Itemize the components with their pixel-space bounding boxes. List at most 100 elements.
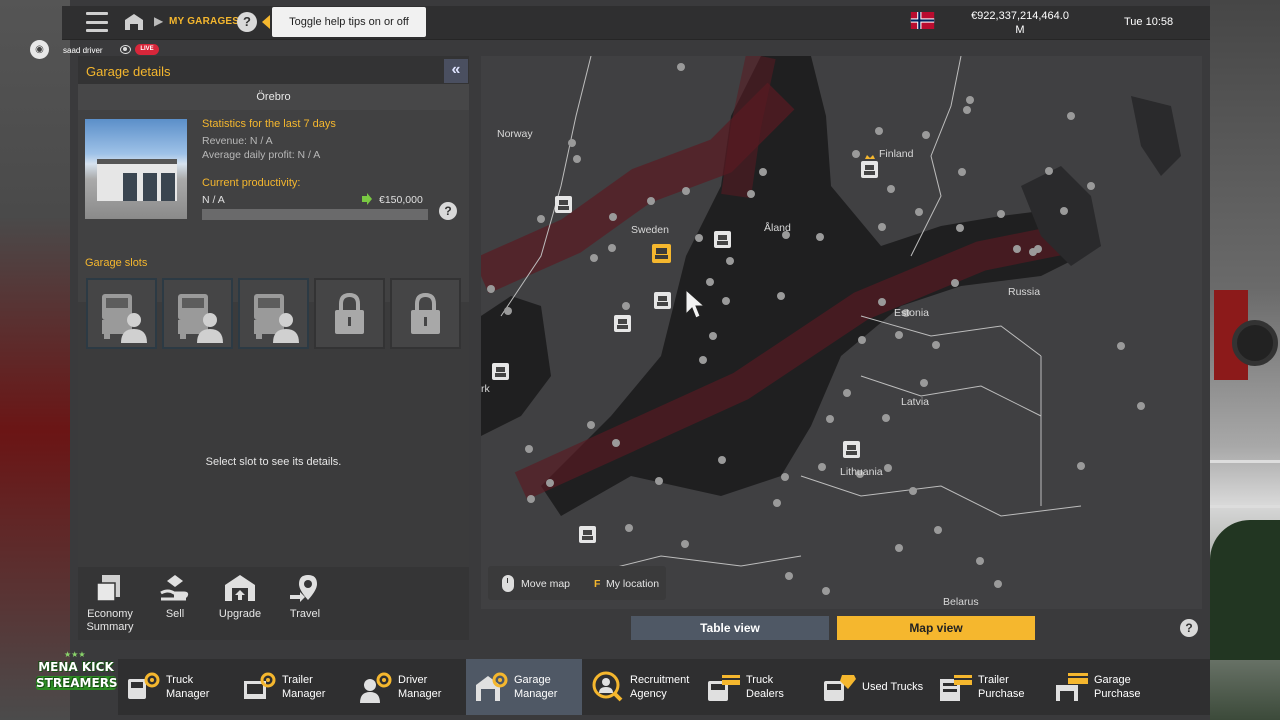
lock-icon — [335, 292, 364, 334]
background-left — [0, 0, 70, 720]
background-right — [1210, 0, 1280, 720]
garage-slots-title: Garage slots — [85, 257, 148, 269]
garage-actions-bar: Economy Summary Sell Upgrade Travel — [78, 567, 469, 640]
mouse-icon — [502, 575, 514, 592]
help-toggle-button[interactable]: ? — [237, 12, 257, 32]
eye-icon — [120, 45, 131, 54]
nav-label: Garage Manager — [514, 674, 558, 700]
green-arrow-icon — [362, 193, 372, 205]
garage-manager-icon — [476, 672, 508, 701]
truck-driver-icon — [178, 294, 223, 343]
nav-label: Used Trucks — [862, 681, 924, 693]
garage-marker-icon[interactable] — [654, 292, 671, 309]
stats-title: Statistics for the last 7 days — [202, 118, 336, 130]
panel-title: Garage details — [86, 64, 171, 79]
map-label-lithuania: Lithuania — [840, 466, 883, 478]
slot-details-message: Select slot to see its details. — [205, 456, 342, 468]
my-location-hint[interactable]: My location — [606, 578, 659, 590]
home-icon[interactable] — [124, 13, 144, 31]
garage-map[interactable]: Norway Sweden Åland Finland Russia Eston… — [481, 56, 1202, 609]
nav-trailer-manager[interactable]: Trailer Manager — [234, 659, 350, 715]
map-controls-hint: Move map F My location — [488, 566, 666, 600]
nav-label: Truck Manager — [166, 674, 210, 700]
map-label-denmark: rk — [481, 383, 490, 395]
streamer-logo: ★★★ MENA KICK STREAMERS — [36, 650, 118, 708]
bottom-navigation: Truck Manager Trailer Manager Driver Man… — [118, 659, 1210, 715]
truck-driver-icon — [254, 294, 299, 343]
my-location-key: F — [594, 578, 601, 590]
map-view-button[interactable]: Map view — [837, 616, 1035, 640]
productivity-bar — [202, 209, 428, 220]
garage-city: Örebro — [78, 84, 469, 110]
bg-lane-line — [1210, 460, 1280, 463]
account-balance: €922,337,214,464.0 M — [950, 9, 1090, 37]
sell-garage-button[interactable]: Sell — [145, 573, 205, 621]
nav-truck-manager[interactable]: Truck Manager — [118, 659, 234, 715]
nav-trailer-purchase[interactable]: Trailer Purchase — [930, 659, 1046, 715]
balance-amount: €922,337,214,464.0 — [971, 10, 1069, 22]
travel-label: Travel — [289, 608, 321, 620]
garage-info-box — [78, 110, 469, 302]
sell-label: Sell — [165, 608, 185, 620]
map-help-button[interactable]: ? — [1180, 619, 1198, 637]
garage-marker-icon[interactable] — [492, 363, 509, 380]
garage-slot-1[interactable] — [86, 278, 157, 349]
truck-driver-icon — [102, 294, 147, 343]
upgrade-cost: €150,000 — [379, 194, 423, 206]
travel-icon — [290, 575, 317, 602]
travel-button[interactable]: Travel — [275, 573, 335, 621]
garage-marker-icon[interactable] — [555, 196, 572, 213]
norway-flag-icon — [910, 12, 935, 29]
nav-label: Trailer Purchase — [978, 674, 1025, 700]
collapse-panel-button[interactable]: « — [444, 59, 468, 83]
garage-marker-icon[interactable] — [614, 315, 631, 332]
panel-header: Garage details « — [78, 56, 469, 84]
garage-marker-icon[interactable] — [579, 526, 596, 543]
map-label-estonia: Estonia — [894, 307, 930, 319]
garage-marker-icon[interactable] — [861, 155, 878, 178]
nav-garage-purchase[interactable]: Garage Purchase — [1046, 659, 1162, 715]
selected-garage-marker-icon[interactable] — [652, 244, 671, 263]
nav-label: Recruitment Agency — [630, 674, 690, 700]
nav-label: Driver Manager — [398, 674, 442, 700]
recruitment-icon — [592, 671, 623, 702]
logo-line-1: MENA KICK — [38, 660, 114, 674]
table-view-button[interactable]: Table view — [631, 616, 829, 640]
nav-truck-dealers[interactable]: Truck Dealers — [698, 659, 814, 715]
map-label-russia: Russia — [1008, 286, 1041, 298]
nav-label: Garage Purchase — [1094, 674, 1141, 700]
garage-photo — [85, 119, 187, 219]
productivity-help-button[interactable]: ? — [439, 202, 457, 220]
garage-slot-3[interactable] — [238, 278, 309, 349]
tooltip-pointer — [262, 15, 270, 29]
help-tooltip: Toggle help tips on or off — [272, 7, 426, 37]
nav-used-trucks[interactable]: Used Trucks — [814, 659, 930, 715]
economy-icon — [96, 575, 120, 602]
used-trucks-icon — [824, 675, 856, 701]
upgrade-label: Upgrade — [218, 608, 262, 620]
map-label-latvia: Latvia — [901, 396, 930, 408]
garage-slot-5-locked[interactable] — [390, 278, 461, 349]
nav-recruitment-agency[interactable]: Recruitment Agency — [582, 659, 698, 715]
map-label-finland: Finland — [879, 148, 914, 160]
truck-manager-icon — [128, 672, 160, 699]
garage-marker-icon[interactable] — [843, 441, 860, 458]
truck-dealers-icon — [708, 675, 740, 701]
nav-garage-manager[interactable]: Garage Manager — [466, 659, 582, 715]
map-label-aland: Åland — [764, 222, 791, 234]
economy-summary-button[interactable]: Economy Summary — [80, 573, 140, 634]
breadcrumb-current[interactable]: MY GARAGES — [169, 16, 239, 27]
sell-icon — [160, 575, 189, 601]
nav-driver-manager[interactable]: Driver Manager — [350, 659, 466, 715]
upgrade-garage-button[interactable]: Upgrade — [210, 573, 270, 621]
hamburger-menu-icon[interactable] — [86, 12, 108, 32]
trailer-manager-icon — [244, 672, 276, 699]
garage-slot-4-locked[interactable] — [314, 278, 385, 349]
bg-tire — [1232, 320, 1278, 366]
nav-label: Trailer Manager — [282, 674, 326, 700]
garage-slot-2[interactable] — [162, 278, 233, 349]
map-label-norway: Norway — [497, 128, 533, 140]
productivity-value: N / A — [202, 194, 225, 206]
garage-marker-icon[interactable] — [714, 231, 731, 248]
garage-purchase-icon — [1056, 673, 1088, 701]
